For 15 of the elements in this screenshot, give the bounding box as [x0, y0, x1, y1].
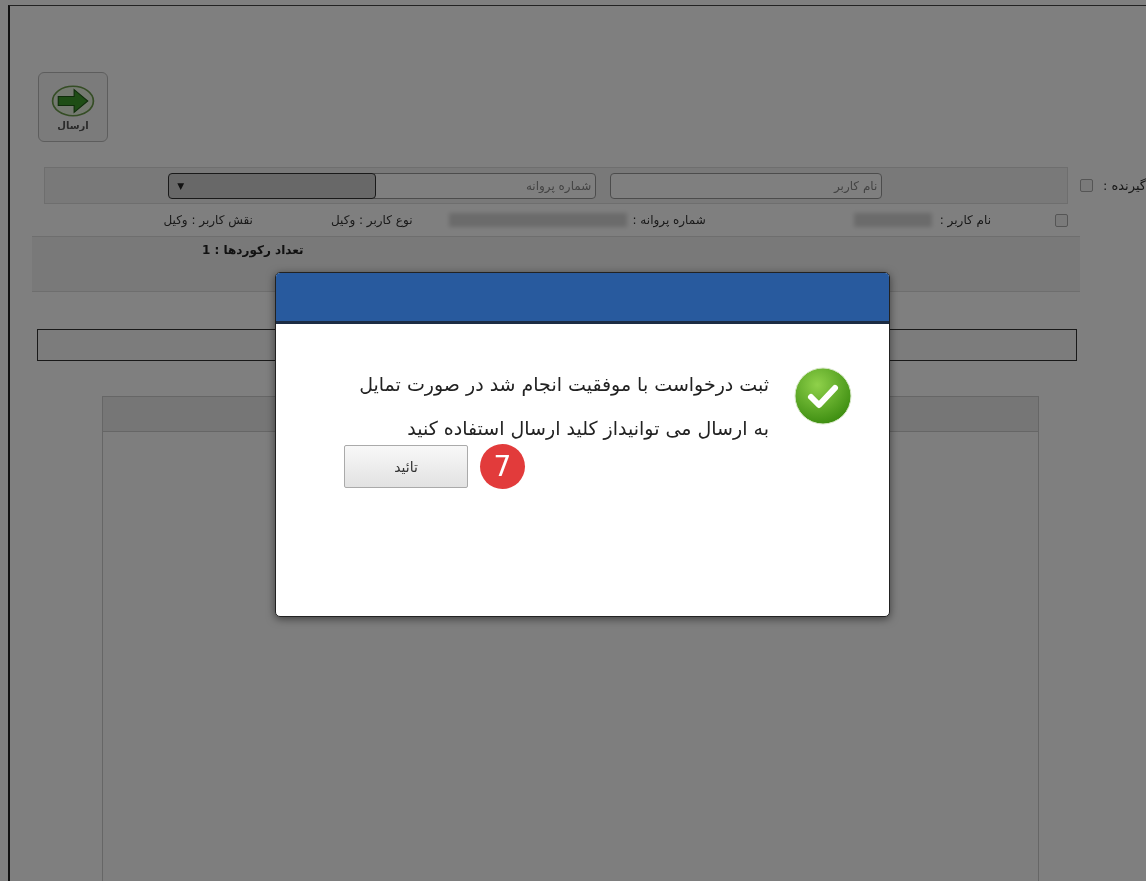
- send-button[interactable]: ارسال: [38, 72, 108, 142]
- receiver-label: گیرنده :: [1101, 178, 1146, 193]
- record-count: تعداد رکوردها : 1: [202, 243, 304, 257]
- dialog-message: ثبت درخواست با موفقیت انجام شد در صورت تمایل به ارسال می توانیداز کلید ارسال استفاده کنید: [358, 372, 769, 442]
- username-field[interactable]: نام کاربر: [610, 172, 883, 199]
- username-label: نام کاربر :: [939, 213, 991, 227]
- user-role-text: نقش کاربر : وکیل: [163, 213, 253, 227]
- user-type-text: نوع کاربر : وکیل: [330, 213, 413, 227]
- step-badge: 7: [480, 444, 525, 489]
- license-field[interactable]: شماره پروانه: [370, 172, 597, 199]
- success-check-icon: [793, 366, 853, 426]
- license-label: شماره پروانه :: [632, 213, 706, 227]
- checkbox[interactable]: [1055, 213, 1068, 227]
- checkbox[interactable]: [1080, 179, 1094, 192]
- confirm-button[interactable]: تائید: [344, 445, 468, 488]
